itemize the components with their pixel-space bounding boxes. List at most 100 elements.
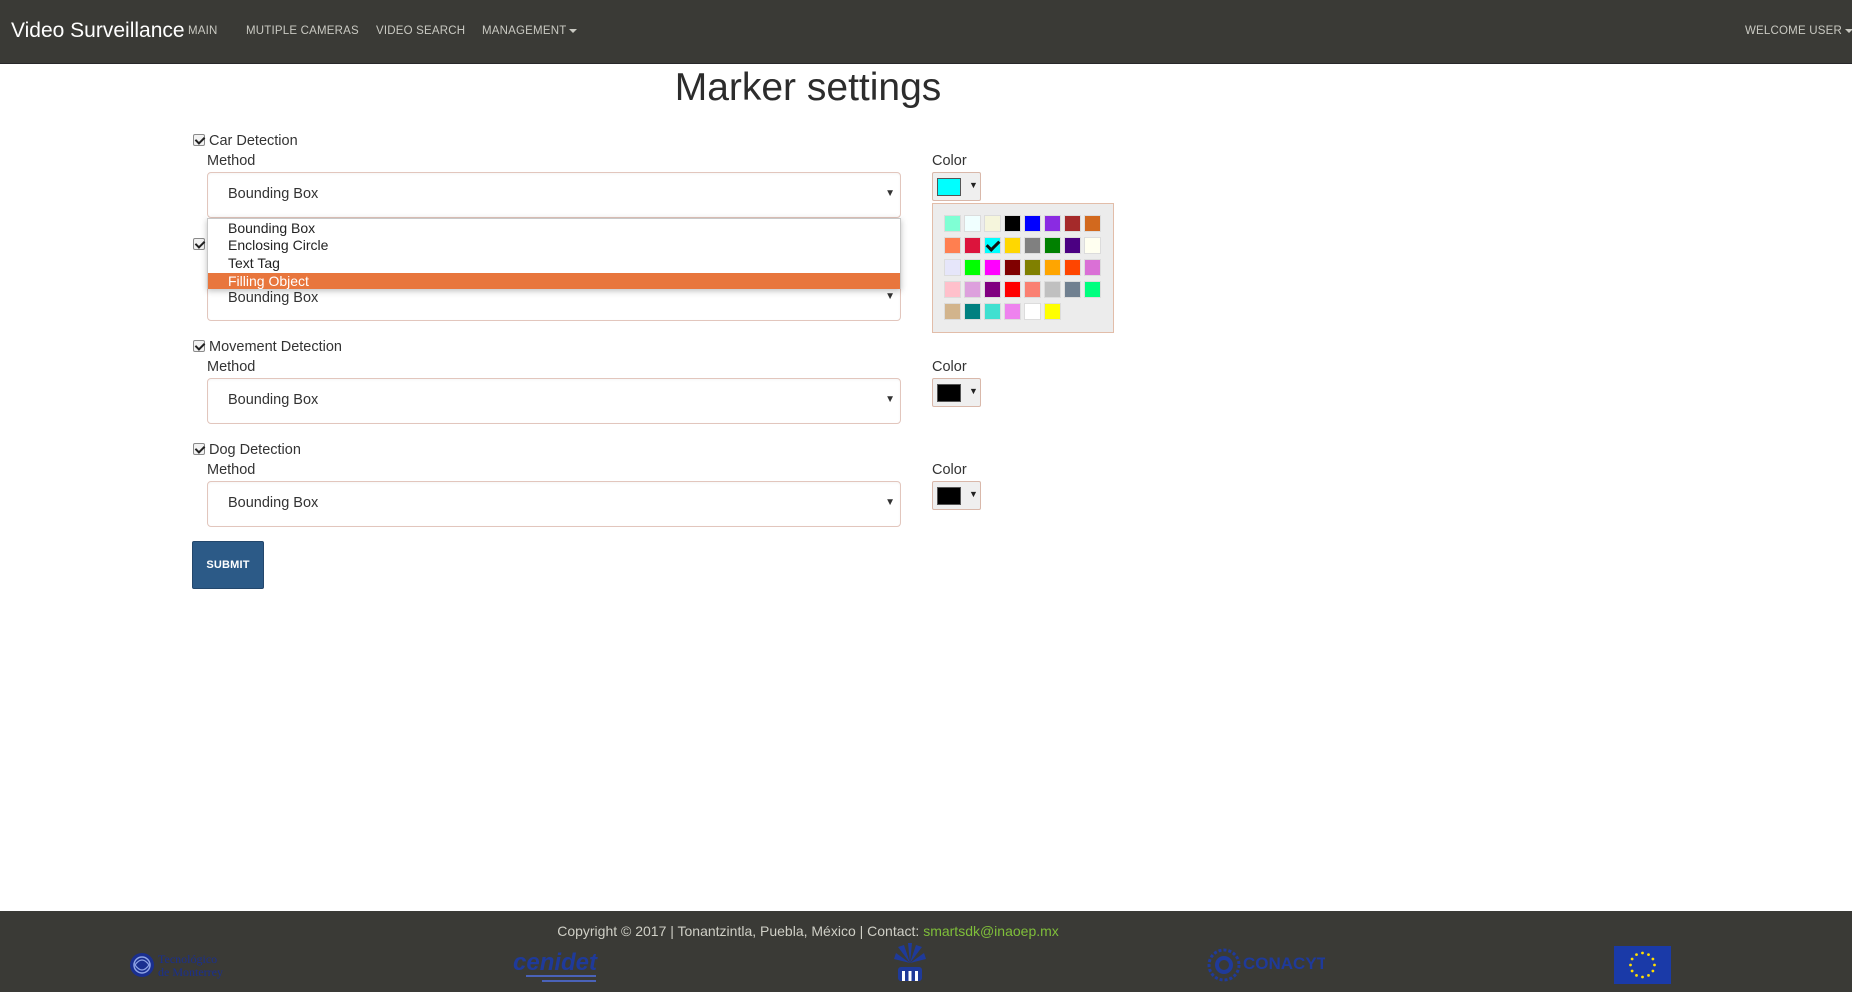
palette-color-swatch[interactable]: [944, 281, 961, 298]
caret-down-icon: ▼: [885, 188, 895, 199]
palette-color-swatch[interactable]: [1064, 281, 1081, 298]
color-label: Color: [932, 359, 967, 375]
dog-color-picker[interactable]: ▼: [932, 481, 981, 510]
palette-color-swatch[interactable]: [964, 237, 981, 254]
conacyt-logo-text: CONACYT: [1243, 954, 1325, 973]
contact-email-link[interactable]: smartsdk@inaoep.mx: [923, 923, 1059, 939]
inaoe-logo: [890, 941, 930, 987]
palette-color-swatch[interactable]: [984, 237, 1001, 254]
palette-color-swatch[interactable]: [964, 303, 981, 320]
user-menu-label: WELCOME USER: [1745, 25, 1842, 37]
select-value: Bounding Box: [228, 186, 319, 202]
palette-color-swatch[interactable]: [1044, 259, 1061, 276]
copyright-text: Copyright © 2017 | Tonantzintla, Puebla,…: [557, 923, 924, 939]
caret-down-icon: ▼: [885, 394, 895, 405]
submit-button[interactable]: SUBMIT: [192, 541, 264, 589]
color-swatch: [937, 487, 961, 505]
cenidet-logo-text: cenidet: [513, 949, 598, 976]
color-palette: [932, 203, 1114, 333]
movement-detection-label: Movement Detection: [209, 339, 342, 355]
footer: Copyright © 2017 | Tonantzintla, Puebla,…: [0, 911, 1852, 992]
tec-logo-line1: Tecnológico: [158, 952, 217, 966]
caret-down-icon: ▼: [969, 386, 978, 396]
palette-color-swatch[interactable]: [1024, 303, 1041, 320]
palette-color-swatch[interactable]: [1024, 215, 1041, 232]
palette-color-swatch[interactable]: [1024, 281, 1041, 298]
car-detection-checkbox[interactable]: [193, 134, 205, 146]
dog-detection-label: Dog Detection: [209, 442, 301, 458]
chevron-down-icon: [1844, 28, 1852, 33]
palette-color-swatch[interactable]: [984, 259, 1001, 276]
dog-method-select[interactable]: Bounding Box ▼: [207, 481, 901, 527]
nav-video-search[interactable]: VIDEO SEARCH: [376, 25, 465, 37]
palette-color-swatch[interactable]: [1084, 215, 1101, 232]
palette-color-swatch[interactable]: [1004, 215, 1021, 232]
user-menu[interactable]: WELCOME USER: [1745, 25, 1852, 37]
option-enclosing-circle[interactable]: Enclosing Circle: [208, 237, 900, 253]
color-label: Color: [932, 462, 967, 478]
movement-method-select[interactable]: Bounding Box ▼: [207, 378, 901, 424]
palette-color-swatch[interactable]: [944, 303, 961, 320]
palette-color-swatch[interactable]: [984, 281, 1001, 298]
method-label: Method: [207, 153, 256, 169]
palette-color-swatch[interactable]: [1044, 215, 1061, 232]
caret-down-icon: ▼: [969, 180, 978, 190]
method-dropdown-list: Bounding Box Enclosing Circle Text Tag F…: [207, 218, 901, 289]
palette-color-swatch[interactable]: [1004, 237, 1021, 254]
navbar: Video Surveillance MAIN MUTIPLE CAMERAS …: [0, 0, 1852, 64]
chevron-down-icon: [569, 28, 578, 33]
palette-color-swatch[interactable]: [1064, 259, 1081, 276]
palette-color-swatch[interactable]: [1044, 237, 1061, 254]
palette-color-swatch[interactable]: [944, 237, 961, 254]
caret-down-icon: ▼: [885, 291, 895, 302]
color-swatch: [937, 178, 961, 196]
palette-color-swatch[interactable]: [1084, 259, 1101, 276]
palette-color-swatch[interactable]: [1004, 281, 1021, 298]
footer-copyright: Copyright © 2017 | Tonantzintla, Puebla,…: [0, 923, 1616, 939]
nav-multiple-cameras[interactable]: MUTIPLE CAMERAS: [246, 25, 359, 37]
tec-logo-line2: de Monterrey: [158, 965, 223, 979]
movement-color-picker[interactable]: ▼: [932, 378, 981, 407]
palette-color-swatch[interactable]: [984, 303, 1001, 320]
dog-detection-checkbox[interactable]: [193, 443, 205, 455]
palette-color-swatch[interactable]: [944, 259, 961, 276]
option-filling-object[interactable]: Filling Object: [208, 273, 900, 289]
select-value: Bounding Box: [228, 495, 319, 511]
method-label: Method: [207, 359, 256, 375]
palette-color-swatch[interactable]: [964, 215, 981, 232]
caret-down-icon: ▼: [969, 489, 978, 499]
palette-color-swatch[interactable]: [1004, 303, 1021, 320]
brand-title[interactable]: Video Surveillance: [11, 19, 185, 43]
palette-color-swatch[interactable]: [1004, 259, 1021, 276]
car-color-picker[interactable]: ▼: [932, 172, 981, 201]
nav-management[interactable]: MANAGEMENT: [482, 25, 578, 37]
car-detection-label: Car Detection: [209, 133, 298, 149]
color-swatch: [937, 384, 961, 402]
palette-color-swatch[interactable]: [944, 215, 961, 232]
palette-color-swatch[interactable]: [1044, 303, 1061, 320]
nav-main[interactable]: MAIN: [188, 25, 218, 37]
option-bounding-box[interactable]: Bounding Box: [208, 220, 900, 236]
color-label: Color: [932, 153, 967, 169]
detection-2-checkbox[interactable]: [193, 238, 205, 250]
car-method-select[interactable]: Bounding Box ▼: [207, 172, 901, 218]
eu-flag-logo: [1614, 946, 1671, 984]
select-value: Bounding Box: [228, 392, 319, 408]
palette-color-swatch[interactable]: [964, 281, 981, 298]
palette-color-swatch[interactable]: [1064, 237, 1081, 254]
movement-detection-checkbox[interactable]: [193, 340, 205, 352]
tec-monterrey-logo: Tecnológico de Monterrey: [129, 949, 235, 981]
cenidet-logo: cenidet: [512, 946, 604, 986]
palette-color-swatch[interactable]: [1084, 281, 1101, 298]
option-text-tag[interactable]: Text Tag: [208, 255, 900, 271]
palette-color-swatch[interactable]: [984, 215, 1001, 232]
method-label: Method: [207, 462, 256, 478]
palette-color-swatch[interactable]: [1084, 237, 1101, 254]
palette-color-swatch[interactable]: [1064, 215, 1081, 232]
palette-color-swatch[interactable]: [1044, 281, 1061, 298]
caret-down-icon: ▼: [885, 497, 895, 508]
palette-color-swatch[interactable]: [964, 259, 981, 276]
palette-color-swatch[interactable]: [1024, 259, 1041, 276]
page-title: Marker settings: [674, 66, 942, 109]
palette-color-swatch[interactable]: [1024, 237, 1041, 254]
